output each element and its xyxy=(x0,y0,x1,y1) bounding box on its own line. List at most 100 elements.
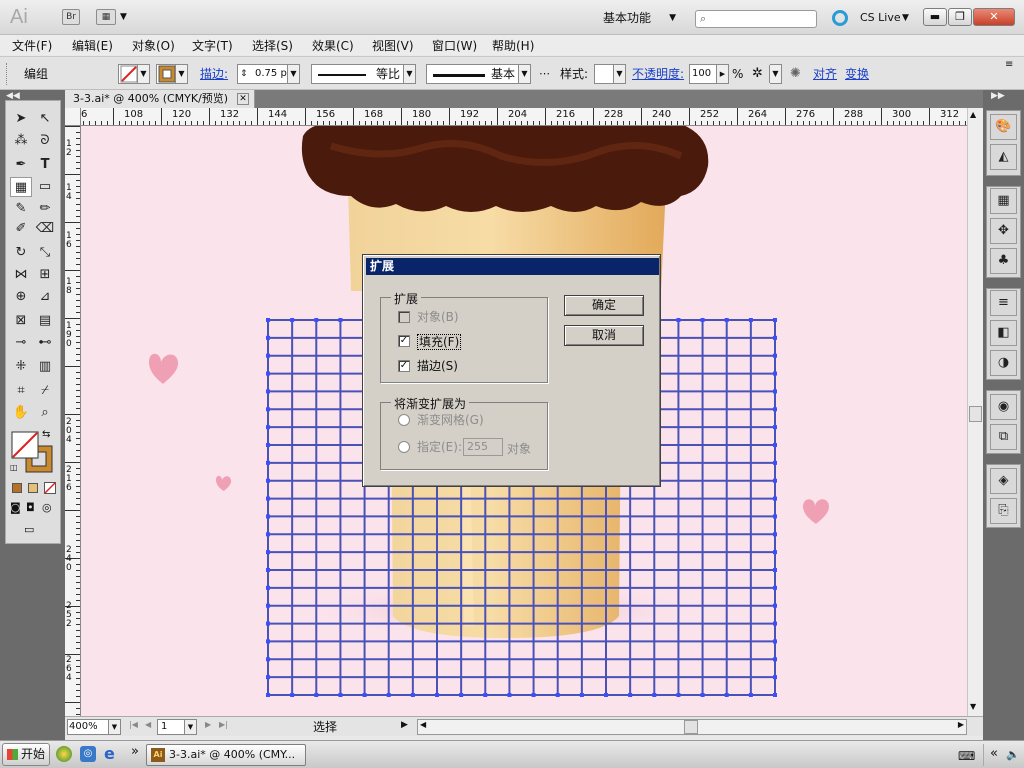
symbols-panel-icon[interactable]: ♣ xyxy=(990,248,1017,274)
stroke-panel-icon[interactable]: ≡ xyxy=(990,290,1017,316)
menu-select[interactable]: 选择(S) xyxy=(252,37,293,54)
width-tool-icon[interactable]: ⋈ xyxy=(10,265,32,285)
scroll-up-icon[interactable]: ▲ xyxy=(970,110,976,119)
workspace-switcher[interactable]: 基本功能 ▼ xyxy=(603,8,680,28)
pen-tool-icon[interactable]: ✒ xyxy=(10,155,32,175)
menu-file[interactable]: 文件(F) xyxy=(12,37,52,54)
ok-button[interactable]: 确定 xyxy=(564,295,644,316)
graphic-style-icon[interactable]: ⋯ xyxy=(539,64,550,84)
screen-mode-icon[interactable]: ▭ xyxy=(24,523,34,536)
zoom-field[interactable]: 400% ▼ xyxy=(67,719,121,735)
rotate-tool-icon[interactable]: ↻ xyxy=(10,243,32,263)
close-button[interactable]: ✕ xyxy=(973,8,1015,26)
media-player-icon[interactable] xyxy=(56,746,72,762)
paintbrush-tool-icon[interactable]: ✎ xyxy=(10,199,32,219)
first-artboard-icon[interactable]: |◀ xyxy=(129,720,138,729)
pencil-tool-icon[interactable]: ✏ xyxy=(34,199,56,219)
vertical-ruler[interactable]: 1 2 1 4 1 6 1 8 1 9 0 2 0 4 2 1 6 2 4 0 … xyxy=(65,126,81,718)
horizontal-ruler[interactable]: 6 108 120 132 144 156 168 180 192 204 21… xyxy=(65,108,983,126)
panel-grip[interactable] xyxy=(6,63,9,85)
direct-selection-tool-icon[interactable]: ↖ xyxy=(34,109,56,129)
gradient-tool-icon[interactable]: ▤ xyxy=(34,311,56,331)
layers-panel-icon[interactable]: ◈ xyxy=(990,468,1017,494)
appearance-panel-icon[interactable]: ◉ xyxy=(990,394,1017,420)
selection-tool-icon[interactable]: ➤ xyxy=(10,109,32,129)
hand-tool-icon[interactable]: ✋ xyxy=(10,403,32,423)
draw-normal-icon[interactable]: ◙ xyxy=(10,501,21,514)
previous-artboard-icon[interactable]: ◀ xyxy=(145,720,151,729)
opacity-field[interactable]: 100 ▶ xyxy=(689,64,729,84)
transform-link[interactable]: 变换 xyxy=(845,64,869,84)
menu-view[interactable]: 视图(V) xyxy=(372,37,414,54)
artboard-tool-icon[interactable]: ⌗ xyxy=(10,381,32,401)
status-menu-icon[interactable]: ▶ xyxy=(401,720,408,730)
scroll-thumb[interactable] xyxy=(684,720,698,734)
vertical-scrollbar[interactable]: ▲ ▼ xyxy=(967,108,983,716)
default-fill-stroke-icon[interactable]: ◫ xyxy=(10,463,18,472)
draw-behind-icon[interactable]: ◘ xyxy=(26,501,35,514)
swatches-panel-icon[interactable]: ▦ xyxy=(990,188,1017,214)
keyboard-icon[interactable]: ⌨ xyxy=(958,749,975,763)
menu-edit[interactable]: 编辑(E) xyxy=(72,37,113,54)
chevron-right-icon[interactable]: ▶ xyxy=(716,65,728,83)
magic-wand-tool-icon[interactable]: ⁂ xyxy=(10,131,32,151)
stroke-swatch-dropdown[interactable]: ▼ xyxy=(156,64,188,84)
blob-brush-tool-icon[interactable]: ✐ xyxy=(10,219,32,239)
start-button[interactable]: 开始 xyxy=(2,743,50,766)
menu-help[interactable]: 帮助(H) xyxy=(492,37,534,54)
style-dropdown[interactable]: ▼ xyxy=(594,64,626,84)
draw-inside-icon[interactable]: ◎ xyxy=(42,501,52,514)
eraser-tool-icon[interactable]: ⌫ xyxy=(34,219,56,239)
graphic-styles-panel-icon[interactable]: ⧉ xyxy=(990,424,1017,450)
taskbar-item-illustrator[interactable]: Ai 3-3.ai* @ 400% (CMY... xyxy=(146,744,306,766)
isolate-group-icon[interactable]: ✺ xyxy=(790,64,801,84)
fill-swatch-dropdown[interactable]: ▼ xyxy=(118,64,150,84)
quick-launch-icon[interactable]: ◎ xyxy=(80,746,96,762)
scroll-right-icon[interactable]: ▶ xyxy=(958,720,964,729)
lasso-tool-icon[interactable]: ᘐ xyxy=(34,131,56,151)
close-tab-icon[interactable]: ✕ xyxy=(237,93,249,105)
color-guide-icon[interactable]: ◭ xyxy=(990,144,1017,170)
bridge-button[interactable]: Br xyxy=(62,9,80,25)
gradient-mode-icon[interactable] xyxy=(28,483,38,493)
menu-window[interactable]: 窗口(W) xyxy=(432,37,477,54)
zoom-tool-icon[interactable]: ⌕ xyxy=(34,403,56,423)
horizontal-scrollbar[interactable]: ◀ ▶ xyxy=(417,719,967,735)
internet-explorer-icon[interactable]: e xyxy=(104,744,115,763)
recolor-artwork-icon[interactable]: ✲ xyxy=(752,64,763,84)
menu-object[interactable]: 对象(O) xyxy=(132,37,175,54)
specify-objects-input[interactable]: 255 xyxy=(463,438,503,456)
type-tool-icon[interactable]: T xyxy=(34,155,56,175)
chevron-down-icon[interactable]: ▼ xyxy=(120,12,127,22)
recolor-dropdown[interactable]: ▼ xyxy=(769,64,782,84)
opacity-label[interactable]: 不透明度: xyxy=(632,64,684,84)
restore-button[interactable]: ❐ xyxy=(948,8,972,26)
swap-fill-stroke-icon[interactable]: ⇆ xyxy=(42,429,50,440)
last-artboard-icon[interactable]: ▶| xyxy=(219,720,228,729)
blend-tool-icon[interactable]: ⊷ xyxy=(34,333,56,353)
next-artboard-icon[interactable]: ▶ xyxy=(205,720,211,729)
rectangular-grid-tool-icon[interactable]: ▦ xyxy=(10,177,32,197)
scroll-down-icon[interactable]: ▼ xyxy=(970,702,976,711)
status-tool-name[interactable]: 选择 xyxy=(235,718,415,736)
perspective-grid-tool-icon[interactable]: ⊿ xyxy=(34,287,56,307)
cancel-button[interactable]: 取消 xyxy=(564,325,644,346)
search-input[interactable]: ⌕ xyxy=(695,10,817,28)
artboards-panel-icon[interactable]: ⎘ xyxy=(990,498,1017,524)
tray-expand-icon[interactable]: « xyxy=(990,746,998,761)
stepper-icon[interactable]: ⇕ xyxy=(240,65,248,83)
column-graph-tool-icon[interactable]: ▥ xyxy=(34,357,56,377)
stroke-weight-field[interactable]: ⇕ 0.75 pt ▼ xyxy=(237,64,300,84)
symbol-sprayer-tool-icon[interactable]: ⁜ xyxy=(10,357,32,377)
menu-type[interactable]: 文字(T) xyxy=(192,37,233,54)
arrange-documents-icon[interactable]: ▦ xyxy=(96,9,116,25)
expand-panels-icon[interactable]: ▶▶ xyxy=(991,91,1005,101)
brushes-panel-icon[interactable]: ✥ xyxy=(990,218,1017,244)
free-transform-tool-icon[interactable]: ⊞ xyxy=(34,265,56,285)
scale-tool-icon[interactable]: ⤡ xyxy=(34,243,56,263)
brush-definition-dropdown[interactable]: 基本 ▼ xyxy=(426,64,531,84)
gradient-panel-icon[interactable]: ◧ xyxy=(990,320,1017,346)
scroll-thumb[interactable] xyxy=(969,406,982,422)
none-mode-icon[interactable] xyxy=(44,482,56,494)
align-link[interactable]: 对齐 xyxy=(813,64,837,84)
